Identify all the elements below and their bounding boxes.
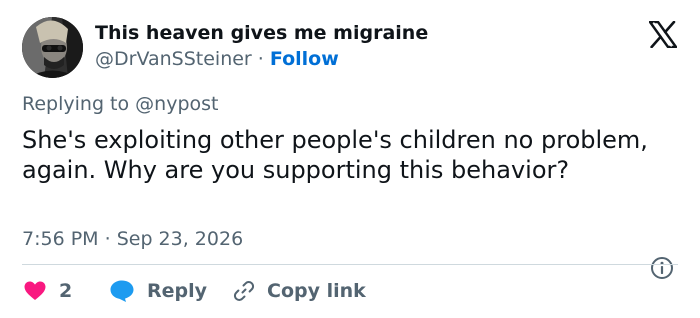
reply-context: Replying to @nypost <box>22 93 219 115</box>
heart-icon <box>24 281 46 300</box>
x-logo-icon[interactable] <box>649 21 677 48</box>
tweet-time: 7:56 PM <box>22 228 99 250</box>
author-display-name[interactable]: This heaven gives me migraine <box>95 22 428 44</box>
info-icon[interactable] <box>650 256 674 280</box>
speech-bubble-icon <box>110 280 134 302</box>
tweet-text: She's exploiting other people's children… <box>22 126 648 184</box>
author-handle-row: @DrVanSSteiner · Follow <box>95 48 339 70</box>
action-divider <box>22 264 678 265</box>
timestamp-separator: · <box>104 228 111 250</box>
like-button[interactable]: 2 <box>24 278 72 304</box>
like-count: 2 <box>59 280 73 302</box>
tweet-card: This heaven gives me migraine @DrVanSSte… <box>0 0 700 318</box>
reply-context-prefix: Replying to <box>22 93 130 115</box>
link-icon <box>233 281 255 301</box>
author-handle[interactable]: @DrVanSSteiner <box>95 48 252 70</box>
reply-button[interactable]: Reply <box>109 278 207 304</box>
reply-context-mention[interactable]: @nypost <box>135 93 218 115</box>
tweet-date: Sep 23, 2026 <box>116 228 244 250</box>
tweet-timestamp[interactable]: 7:56 PM · Sep 23, 2026 <box>22 228 243 250</box>
handle-separator: · <box>257 48 264 70</box>
avatar[interactable] <box>22 17 83 78</box>
reply-label: Reply <box>147 280 208 302</box>
copy-link-button[interactable]: Copy link <box>232 278 366 304</box>
follow-button[interactable]: Follow <box>270 48 339 70</box>
copy-link-label: Copy link <box>267 280 366 302</box>
avatar-image <box>22 17 83 78</box>
